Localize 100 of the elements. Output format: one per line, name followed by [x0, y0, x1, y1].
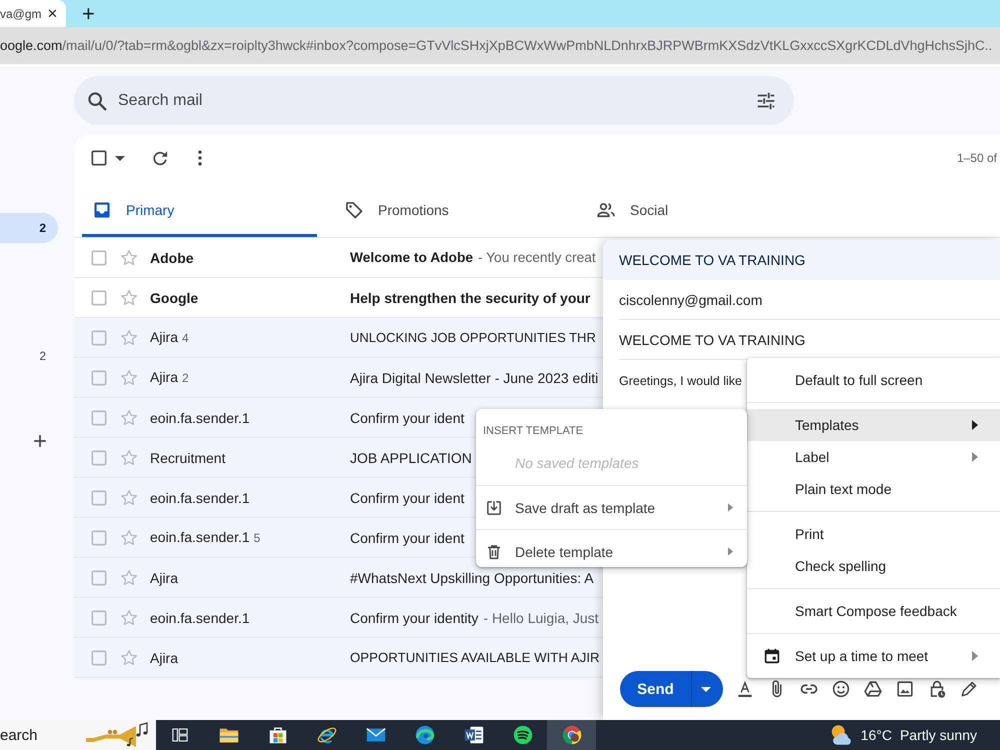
sender-name: Adobe: [150, 250, 194, 266]
send-options-button[interactable]: [691, 671, 723, 707]
category-tab[interactable]: Promotions: [334, 182, 569, 237]
message-row[interactable]: Ajira OPPORTUNITIES AVAILABLE WITH AJIR: [74, 638, 603, 678]
message-row[interactable]: Ajira 2 Ajira Digital Newsletter - June 2023 editi: [74, 358, 603, 398]
page-range: 1–50 of: [956, 151, 997, 165]
subject-text: OPPORTUNITIES AVAILABLE WITH AJIR: [350, 650, 600, 665]
star-icon[interactable]: [119, 648, 139, 668]
tag-icon: [344, 200, 364, 220]
menu-item[interactable]: Default to full screen: [747, 364, 1000, 396]
nav-item[interactable]: 2: [0, 213, 58, 243]
create-label-button[interactable]: +: [33, 432, 48, 452]
row-checkbox[interactable]: [89, 528, 109, 548]
taskbar-search-field[interactable]: earch: [0, 720, 156, 750]
sender-name: Ajira: [150, 570, 178, 586]
search-field[interactable]: Search mail: [74, 76, 794, 125]
subject-text: Confirm your ident: [350, 410, 464, 426]
row-checkbox[interactable]: [89, 568, 109, 588]
subject-text: Confirm your ident: [350, 530, 464, 546]
row-checkbox[interactable]: [89, 248, 109, 268]
row-checkbox[interactable]: [89, 488, 109, 508]
star-icon[interactable]: [119, 568, 139, 588]
menu-item[interactable]: Smart Compose feedback: [747, 595, 1000, 627]
sender-name: eoin.fa.sender.1: [150, 529, 250, 545]
menu-item[interactable]: Label: [747, 441, 1000, 473]
trumpet-icon: [84, 721, 150, 749]
sender-name: Ajira: [150, 329, 178, 345]
category-tab[interactable]: Social: [586, 182, 821, 237]
emoji-icon[interactable]: [831, 679, 851, 699]
caret-down-icon: [701, 686, 711, 692]
menu-item[interactable]: Set up a time to meet: [747, 640, 1000, 672]
star-icon[interactable]: [119, 248, 139, 268]
menu-item[interactable]: Print: [747, 518, 1000, 550]
temperature: 16°C: [860, 727, 892, 743]
message-row[interactable]: Google Help strengthen the security of your: [74, 278, 603, 318]
task-view-icon[interactable]: [171, 726, 189, 744]
sender-name: Ajira: [150, 369, 178, 385]
taskbar-button[interactable]: [547, 720, 596, 750]
close-tab-button[interactable]: ×: [48, 5, 58, 22]
select-all-checkbox[interactable]: [89, 148, 109, 168]
send-button[interactable]: Send: [620, 671, 691, 707]
star-icon[interactable]: [119, 448, 139, 468]
calendar-icon: [763, 647, 781, 665]
subject-text: Ajira Digital Newsletter - June 2023 editi: [350, 370, 598, 386]
browser-tab[interactable]: va@gm ×: [0, 0, 66, 27]
subject-text: JOB APPLICATION: [350, 450, 472, 466]
category-tab[interactable]: Primary: [82, 182, 317, 237]
subject-text: Welcome to Adobe: [350, 250, 473, 265]
circle-waves-icon: [512, 724, 534, 746]
sender-name: eoin.fa.sender.1: [150, 410, 250, 426]
tricolor-circle-icon: [560, 724, 582, 746]
star-icon[interactable]: [119, 608, 139, 628]
thread-count: 4: [182, 331, 189, 345]
image-icon[interactable]: [895, 679, 915, 699]
sender-name: Recruitment: [150, 450, 226, 466]
message-row[interactable]: Ajira #WhatsNext Upskilling Opportunities: A: [74, 558, 603, 598]
address-field[interactable]: oogle.com/mail/u/0/?tab=rm&ogbl&zx=roiplty3hwck#inbox?compose=GTvVlcSHxjXpBCWxWwPmbNLDnhrxBJRPWBrmKXSdzVtKLGxxccSXgrKCDLdVhgHchsSjhC..: [0, 27, 1000, 64]
search-input[interactable]: Search mail: [118, 86, 745, 116]
menu-heading: INSERT TEMPLATE: [482, 424, 584, 439]
message-row[interactable]: Ajira 4 UNLOCKING JOB OPPORTUNITIES THR: [74, 318, 603, 358]
snippet-text: - Hello Luigia, Just: [483, 610, 599, 626]
snippet-text: - You recently creat: [478, 250, 596, 265]
row-checkbox[interactable]: [89, 408, 109, 428]
menu-item[interactable]: Check spelling: [747, 550, 1000, 582]
compose-header: WELCOME TO VA TRAINING: [603, 240, 1000, 280]
search-icon[interactable]: [86, 90, 108, 112]
star-icon[interactable]: [119, 328, 139, 348]
triangle-icon[interactable]: [863, 679, 883, 699]
star-icon[interactable]: [119, 528, 139, 548]
star-icon[interactable]: [119, 488, 139, 508]
recipients-field[interactable]: ciscolenny@gmail.com: [619, 280, 1000, 320]
message-row[interactable]: eoin.fa.sender.1 Confirm your identity - Hello Luigia, Just: [74, 598, 603, 638]
sender-name: eoin.fa.sender.1: [150, 610, 250, 626]
swirl-icon: [414, 724, 436, 746]
menu-item[interactable]: Plain text mode: [747, 473, 1000, 505]
row-checkbox[interactable]: [89, 608, 109, 628]
pen-icon[interactable]: [959, 679, 979, 699]
document-icon: [462, 724, 484, 746]
thread-count: 2: [182, 371, 189, 385]
nav-item[interactable]: 2: [0, 341, 58, 371]
message-row[interactable]: Adobe Welcome to Adobe - You recently creat: [74, 238, 603, 278]
inbox-icon: [92, 200, 112, 220]
caret-down-icon[interactable]: [115, 156, 125, 160]
row-checkbox[interactable]: [89, 448, 109, 468]
subject-text: UNLOCKING JOB OPPORTUNITIES THR: [350, 330, 596, 345]
new-tab-button[interactable]: +: [82, 2, 95, 24]
sender-name: Ajira: [150, 650, 178, 666]
menu-item[interactable]: Templates: [747, 409, 1000, 441]
row-checkbox[interactable]: [89, 288, 109, 308]
star-icon[interactable]: [119, 288, 139, 308]
row-checkbox[interactable]: [89, 648, 109, 668]
subject-text: #WhatsNext Upskilling Opportunities: A: [350, 570, 594, 586]
row-checkbox[interactable]: [89, 328, 109, 348]
star-icon[interactable]: [119, 408, 139, 428]
row-checkbox[interactable]: [89, 368, 109, 388]
trash-icon: [485, 542, 503, 560]
star-icon[interactable]: [119, 368, 139, 388]
thread-count: 5: [254, 531, 260, 545]
subject-text: Help strengthen the security of your: [350, 290, 590, 306]
sender-name: eoin.fa.sender.1: [150, 490, 250, 506]
